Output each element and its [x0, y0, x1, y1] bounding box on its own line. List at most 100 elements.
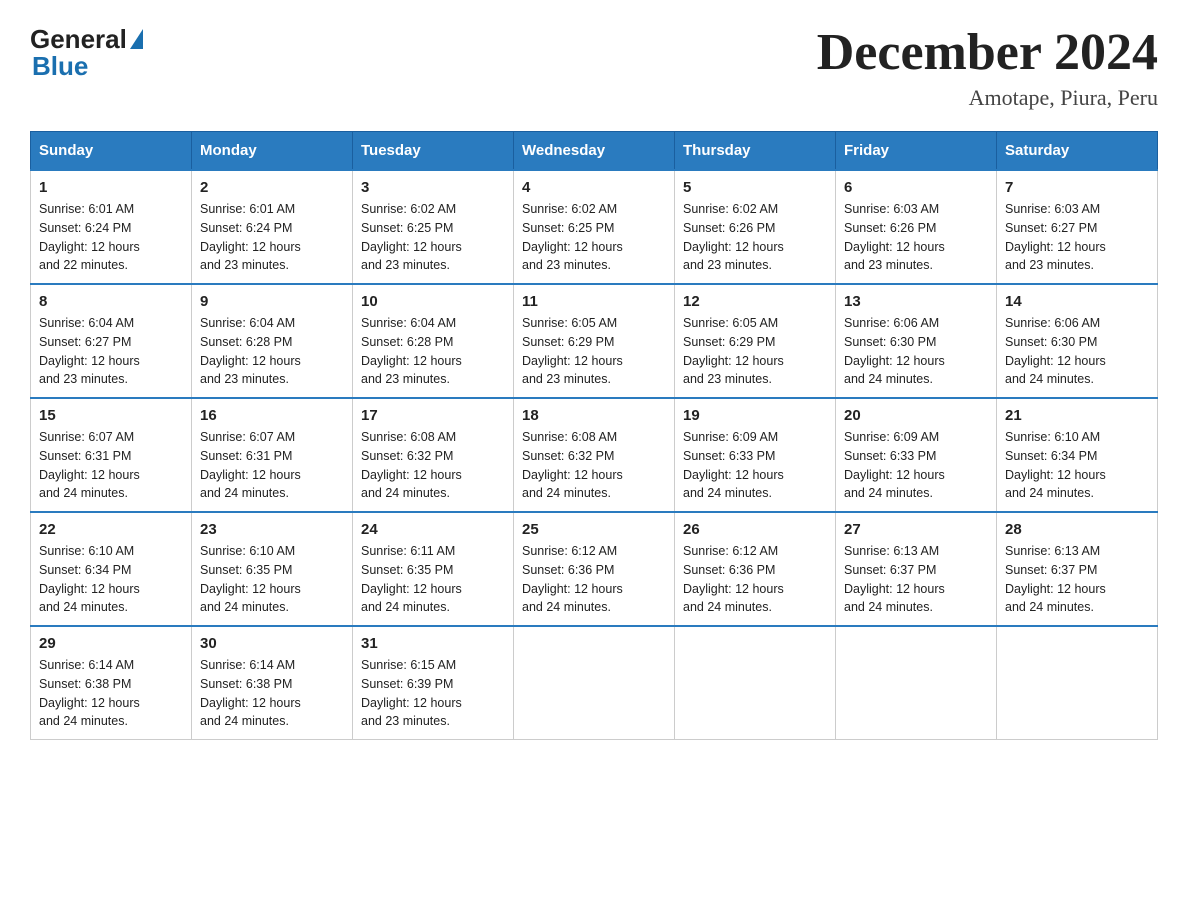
day-info: Sunrise: 6:12 AM Sunset: 6:36 PM Dayligh… [522, 542, 666, 617]
calendar-cell: 18 Sunrise: 6:08 AM Sunset: 6:32 PM Dayl… [514, 398, 675, 512]
day-number: 21 [1005, 407, 1149, 424]
day-number: 18 [522, 407, 666, 424]
calendar-cell: 8 Sunrise: 6:04 AM Sunset: 6:27 PM Dayli… [31, 284, 192, 398]
day-info: Sunrise: 6:06 AM Sunset: 6:30 PM Dayligh… [1005, 314, 1149, 389]
calendar-cell: 23 Sunrise: 6:10 AM Sunset: 6:35 PM Dayl… [192, 512, 353, 626]
day-info: Sunrise: 6:15 AM Sunset: 6:39 PM Dayligh… [361, 656, 505, 731]
calendar-week-row: 22 Sunrise: 6:10 AM Sunset: 6:34 PM Dayl… [31, 512, 1158, 626]
calendar-cell: 28 Sunrise: 6:13 AM Sunset: 6:37 PM Dayl… [997, 512, 1158, 626]
day-number: 31 [361, 635, 505, 652]
day-info: Sunrise: 6:03 AM Sunset: 6:26 PM Dayligh… [844, 200, 988, 275]
day-info: Sunrise: 6:06 AM Sunset: 6:30 PM Dayligh… [844, 314, 988, 389]
calendar-cell: 27 Sunrise: 6:13 AM Sunset: 6:37 PM Dayl… [836, 512, 997, 626]
location-subtitle: Amotape, Piura, Peru [817, 85, 1158, 111]
calendar-cell: 24 Sunrise: 6:11 AM Sunset: 6:35 PM Dayl… [353, 512, 514, 626]
day-info: Sunrise: 6:07 AM Sunset: 6:31 PM Dayligh… [39, 428, 183, 503]
day-number: 24 [361, 521, 505, 538]
day-number: 8 [39, 293, 183, 310]
calendar-cell: 31 Sunrise: 6:15 AM Sunset: 6:39 PM Dayl… [353, 626, 514, 740]
day-info: Sunrise: 6:10 AM Sunset: 6:34 PM Dayligh… [39, 542, 183, 617]
day-number: 13 [844, 293, 988, 310]
day-number: 6 [844, 179, 988, 196]
day-info: Sunrise: 6:01 AM Sunset: 6:24 PM Dayligh… [200, 200, 344, 275]
calendar-cell: 20 Sunrise: 6:09 AM Sunset: 6:33 PM Dayl… [836, 398, 997, 512]
day-number: 16 [200, 407, 344, 424]
calendar-cell: 9 Sunrise: 6:04 AM Sunset: 6:28 PM Dayli… [192, 284, 353, 398]
calendar-cell: 11 Sunrise: 6:05 AM Sunset: 6:29 PM Dayl… [514, 284, 675, 398]
logo-triangle-icon [130, 29, 143, 49]
day-number: 4 [522, 179, 666, 196]
day-info: Sunrise: 6:04 AM Sunset: 6:28 PM Dayligh… [200, 314, 344, 389]
col-header-tuesday: Tuesday [353, 132, 514, 171]
day-info: Sunrise: 6:05 AM Sunset: 6:29 PM Dayligh… [522, 314, 666, 389]
day-number: 19 [683, 407, 827, 424]
calendar-cell: 12 Sunrise: 6:05 AM Sunset: 6:29 PM Dayl… [675, 284, 836, 398]
calendar-cell [836, 626, 997, 740]
day-number: 5 [683, 179, 827, 196]
day-info: Sunrise: 6:02 AM Sunset: 6:25 PM Dayligh… [522, 200, 666, 275]
calendar-cell: 30 Sunrise: 6:14 AM Sunset: 6:38 PM Dayl… [192, 626, 353, 740]
page-header: General Blue December 2024 Amotape, Piur… [30, 24, 1158, 111]
day-info: Sunrise: 6:07 AM Sunset: 6:31 PM Dayligh… [200, 428, 344, 503]
calendar-week-row: 29 Sunrise: 6:14 AM Sunset: 6:38 PM Dayl… [31, 626, 1158, 740]
calendar-cell: 6 Sunrise: 6:03 AM Sunset: 6:26 PM Dayli… [836, 170, 997, 284]
col-header-thursday: Thursday [675, 132, 836, 171]
calendar-cell: 7 Sunrise: 6:03 AM Sunset: 6:27 PM Dayli… [997, 170, 1158, 284]
logo: General Blue [30, 24, 143, 82]
day-number: 17 [361, 407, 505, 424]
calendar-cell [997, 626, 1158, 740]
calendar-cell: 3 Sunrise: 6:02 AM Sunset: 6:25 PM Dayli… [353, 170, 514, 284]
calendar-week-row: 15 Sunrise: 6:07 AM Sunset: 6:31 PM Dayl… [31, 398, 1158, 512]
day-info: Sunrise: 6:10 AM Sunset: 6:34 PM Dayligh… [1005, 428, 1149, 503]
day-number: 12 [683, 293, 827, 310]
calendar-cell: 4 Sunrise: 6:02 AM Sunset: 6:25 PM Dayli… [514, 170, 675, 284]
day-number: 28 [1005, 521, 1149, 538]
calendar-header-row: SundayMondayTuesdayWednesdayThursdayFrid… [31, 132, 1158, 171]
calendar-cell: 26 Sunrise: 6:12 AM Sunset: 6:36 PM Dayl… [675, 512, 836, 626]
month-year-title: December 2024 [817, 24, 1158, 81]
calendar-cell: 19 Sunrise: 6:09 AM Sunset: 6:33 PM Dayl… [675, 398, 836, 512]
day-number: 7 [1005, 179, 1149, 196]
calendar-cell: 25 Sunrise: 6:12 AM Sunset: 6:36 PM Dayl… [514, 512, 675, 626]
day-number: 29 [39, 635, 183, 652]
day-info: Sunrise: 6:04 AM Sunset: 6:28 PM Dayligh… [361, 314, 505, 389]
day-number: 10 [361, 293, 505, 310]
day-info: Sunrise: 6:14 AM Sunset: 6:38 PM Dayligh… [200, 656, 344, 731]
day-info: Sunrise: 6:12 AM Sunset: 6:36 PM Dayligh… [683, 542, 827, 617]
day-info: Sunrise: 6:11 AM Sunset: 6:35 PM Dayligh… [361, 542, 505, 617]
day-number: 27 [844, 521, 988, 538]
col-header-saturday: Saturday [997, 132, 1158, 171]
day-info: Sunrise: 6:09 AM Sunset: 6:33 PM Dayligh… [844, 428, 988, 503]
calendar-cell: 21 Sunrise: 6:10 AM Sunset: 6:34 PM Dayl… [997, 398, 1158, 512]
day-number: 23 [200, 521, 344, 538]
day-number: 1 [39, 179, 183, 196]
day-info: Sunrise: 6:02 AM Sunset: 6:25 PM Dayligh… [361, 200, 505, 275]
day-info: Sunrise: 6:01 AM Sunset: 6:24 PM Dayligh… [39, 200, 183, 275]
day-info: Sunrise: 6:08 AM Sunset: 6:32 PM Dayligh… [361, 428, 505, 503]
day-number: 22 [39, 521, 183, 538]
day-info: Sunrise: 6:04 AM Sunset: 6:27 PM Dayligh… [39, 314, 183, 389]
col-header-friday: Friday [836, 132, 997, 171]
day-info: Sunrise: 6:02 AM Sunset: 6:26 PM Dayligh… [683, 200, 827, 275]
day-number: 3 [361, 179, 505, 196]
day-number: 30 [200, 635, 344, 652]
calendar-cell: 22 Sunrise: 6:10 AM Sunset: 6:34 PM Dayl… [31, 512, 192, 626]
calendar-cell: 1 Sunrise: 6:01 AM Sunset: 6:24 PM Dayli… [31, 170, 192, 284]
day-info: Sunrise: 6:09 AM Sunset: 6:33 PM Dayligh… [683, 428, 827, 503]
calendar-table: SundayMondayTuesdayWednesdayThursdayFrid… [30, 131, 1158, 740]
calendar-week-row: 8 Sunrise: 6:04 AM Sunset: 6:27 PM Dayli… [31, 284, 1158, 398]
day-number: 15 [39, 407, 183, 424]
day-number: 9 [200, 293, 344, 310]
col-header-sunday: Sunday [31, 132, 192, 171]
calendar-cell [514, 626, 675, 740]
col-header-monday: Monday [192, 132, 353, 171]
title-block: December 2024 Amotape, Piura, Peru [817, 24, 1158, 111]
day-number: 20 [844, 407, 988, 424]
day-info: Sunrise: 6:13 AM Sunset: 6:37 PM Dayligh… [844, 542, 988, 617]
day-info: Sunrise: 6:03 AM Sunset: 6:27 PM Dayligh… [1005, 200, 1149, 275]
day-info: Sunrise: 6:10 AM Sunset: 6:35 PM Dayligh… [200, 542, 344, 617]
day-info: Sunrise: 6:13 AM Sunset: 6:37 PM Dayligh… [1005, 542, 1149, 617]
day-number: 14 [1005, 293, 1149, 310]
calendar-cell: 17 Sunrise: 6:08 AM Sunset: 6:32 PM Dayl… [353, 398, 514, 512]
day-info: Sunrise: 6:14 AM Sunset: 6:38 PM Dayligh… [39, 656, 183, 731]
